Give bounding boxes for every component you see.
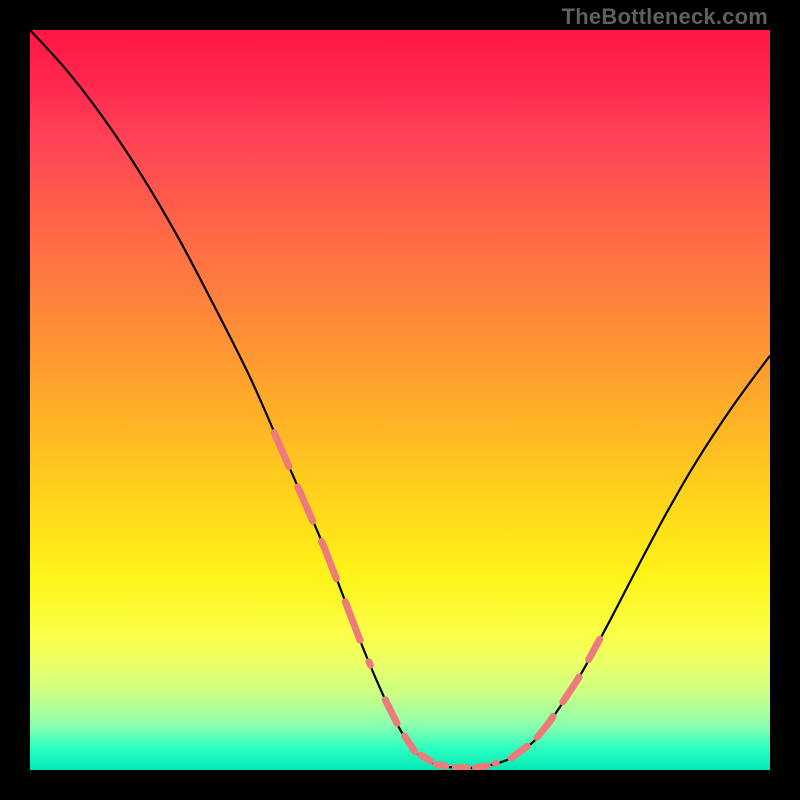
chart-frame [30, 30, 770, 770]
pink-dash-overlay [274, 433, 600, 768]
chart-svg [30, 30, 770, 770]
watermark-text: TheBottleneck.com [562, 4, 768, 30]
bottleneck-curve-line [30, 30, 770, 768]
chart-plot-area [30, 30, 770, 770]
